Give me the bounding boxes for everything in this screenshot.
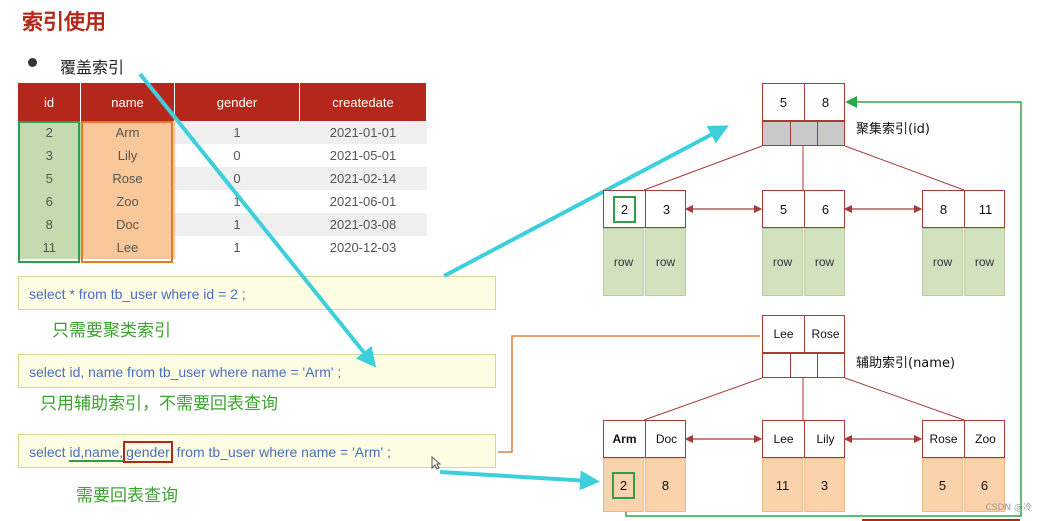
pointer-divider [817,354,818,377]
pointer-divider [817,122,818,145]
secondary-leaf-1-id-2: 8 [645,458,686,512]
cyan-arrow-query3-to-leaf [439,470,600,491]
row-cell: row [804,228,845,296]
row-cell: row [922,228,963,296]
clustered-index-label: 聚集索引(id) [856,122,931,137]
secondary-index-label: 辅助索引(name) [856,356,956,371]
clustered-tree-edges [643,145,965,191]
clustered-root-key-2: 8 [821,94,830,110]
clustered-leaf-2-key-2: 6 [821,201,830,217]
clustered-leaf-1-key-1: 2 [604,191,645,227]
secondary-leaf-1-key-2: Doc [655,432,678,446]
secondary-root-key-1: Lee [773,327,794,341]
clustered-root-key-1: 5 [779,94,788,110]
secondary-leaf-2: Lee Lily [762,420,845,458]
clustered-leaf-3-key-2: 11 [978,201,993,217]
clustered-leaf-3: 8 11 [922,190,1005,228]
connectors-layer [138,72,1022,521]
clustered-leaf-1: 2 3 [603,190,686,228]
secondary-leaf-3-key-1: Rose [929,432,958,446]
row-cell: row [603,228,644,296]
pointer-divider [790,354,791,377]
secondary-leaf-1-key-1: Arm [612,432,637,446]
mouse-cursor-icon [431,456,441,470]
clustered-leaf-1-key-2: 3 [662,201,671,217]
cyan-arrow-bullet-to-query2 [138,72,377,368]
clustered-root-node: 5 8 [762,83,845,121]
clustered-root-pointers [762,121,845,146]
clustered-leaf-2: 5 6 [762,190,845,228]
secondary-root-key-2: Rose [811,327,840,341]
row-cell: row [645,228,686,296]
watermark: CSDN @冷 [985,503,1032,513]
secondary-leaf-1-id-1: 2 [603,458,644,512]
highlighted-id: 2 [611,471,636,499]
highlighted-key: 2 [612,195,637,223]
secondary-leaf-1: Arm Doc [603,420,686,458]
clustered-leaf-2-key-1: 5 [779,201,788,217]
secondary-leaf-3: Rose Zoo [922,420,1005,458]
secondary-leaf-3-id-1: 5 [922,458,963,512]
clustered-leaf-3-key-1: 8 [939,201,948,217]
row-cell: row [964,228,1005,296]
secondary-tree-edges [643,377,965,421]
secondary-leaf-2-id-2: 3 [804,458,845,512]
secondary-leaf-2-key-1: Lee [773,432,794,446]
secondary-leaf-3-key-2: Zoo [975,432,996,446]
secondary-leaf-2-key-2: Lily [816,432,835,446]
row-cell: row [762,228,803,296]
secondary-root-pointers [762,353,845,378]
pointer-divider [790,122,791,145]
secondary-root-node: Lee Rose [762,315,845,353]
secondary-leaf-2-id-1: 11 [762,458,803,512]
